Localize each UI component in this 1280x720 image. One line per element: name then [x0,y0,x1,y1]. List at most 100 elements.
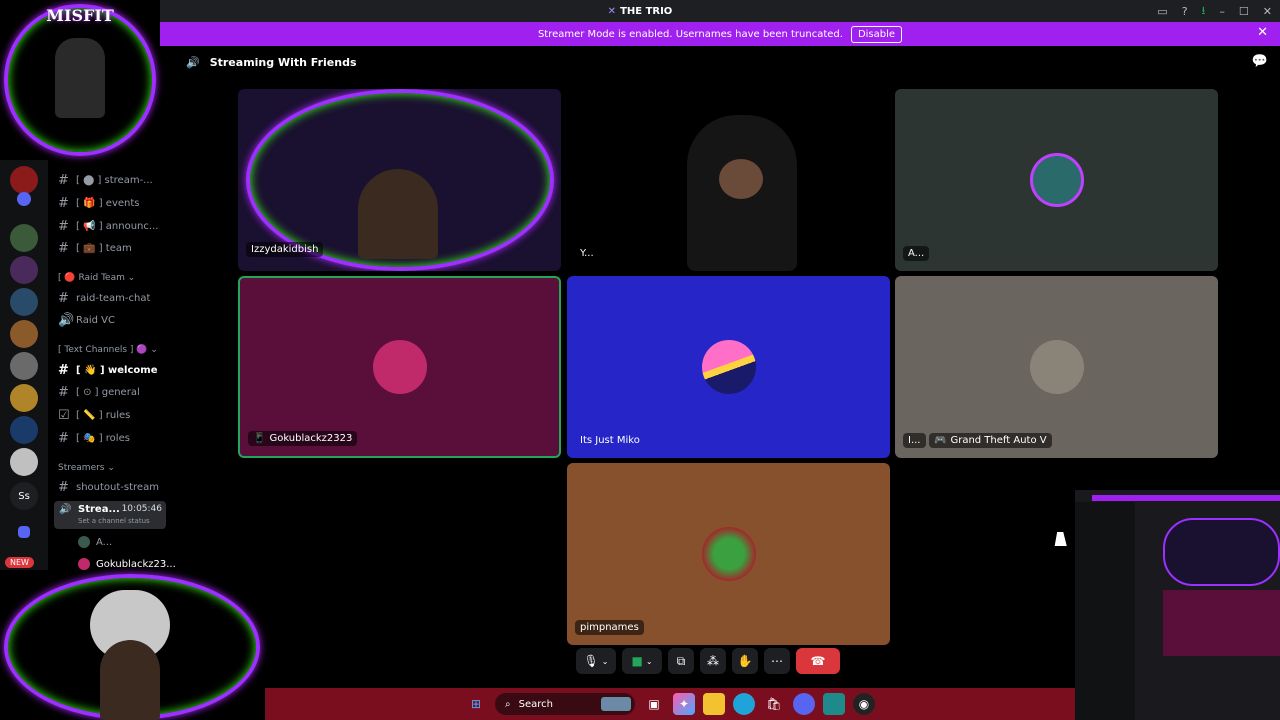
microphone-button[interactable]: 🎙 ⌄ [576,648,616,674]
channel-label: Raid VC [76,314,115,326]
search-highlight-icon [601,697,631,711]
pip-banner [1092,495,1280,501]
channel-raid-team-chat[interactable]: # raid-team-chat [58,289,150,307]
channel-label: [ ⬤ ] stream-... [76,174,153,186]
channel-team[interactable]: # [ 💼 ] team [58,239,132,257]
chevron-down-icon: ⌄ [601,656,609,666]
voice-member-name: Gokublackz23... [96,558,176,570]
channel-events[interactable]: # [ 🎁 ] events [58,194,139,212]
channel-label: [ 🎁 ] events [76,197,140,209]
discord-icon[interactable] [793,693,815,715]
app-icon[interactable] [823,693,845,715]
channel-label: raid-team-chat [76,292,151,304]
channel-stream[interactable]: # [ ⬤ ] stream-... [58,171,153,189]
active-voice-channel[interactable]: 🔊 Strea... 10:05:46 Set a channel status [54,501,166,529]
disable-streamer-mode-button[interactable]: Disable [850,25,903,43]
stream-overlay-logo: MISFIT [0,0,160,160]
taskbar: ⊞ ⌕ Search ▣ ✦ 🛍 ◉ [265,688,1075,720]
obs-icon[interactable]: ◉ [853,693,875,715]
video-tile[interactable]: Izzydakidbish [238,89,561,271]
soundboard-icon: ✋ [737,654,753,668]
activity-tag: 🎮 Grand Theft Auto V [929,433,1052,448]
help-icon[interactable]: ? [1182,5,1188,18]
channel-welcome[interactable]: # [ 👋 ] welcome [58,361,157,379]
hash-icon: # [58,384,69,400]
category-text-channels[interactable]: [ Text Channels ] 🟣 ⌄ [58,345,158,355]
avatar [78,558,90,570]
server-icon[interactable] [10,288,38,316]
participant-name-tag: Y... [575,246,599,261]
banner-message: Streamer Mode is enabled. Usernames have… [537,28,843,40]
activities-button[interactable]: ⁂ [700,648,726,674]
server-icon[interactable] [10,320,38,348]
server-initials[interactable]: Ss [10,482,38,510]
download-icon[interactable]: ⭳ [1202,2,1206,21]
channel-label: [ 📏 ] rules [76,409,131,421]
server-icon[interactable] [10,256,38,284]
close-banner-icon[interactable]: ✕ [1257,25,1268,40]
phone-icon: 📱 [253,433,266,444]
windows-start-icon[interactable]: ⊞ [465,693,487,715]
hash-icon: # [58,362,69,378]
server-folder-icon[interactable] [17,192,31,206]
soundboard-button[interactable]: ✋ [732,648,758,674]
more-options-button[interactable]: ⋯ [764,648,790,674]
server-folder-icon[interactable] [18,526,30,538]
voice-timer: 10:05:46 [121,504,162,514]
channel-status-hint[interactable]: Set a channel status [78,517,150,525]
file-explorer-icon[interactable] [703,693,725,715]
video-tile[interactable]: I... 🎮 Grand Theft Auto V [895,276,1218,458]
server-icon[interactable] [10,416,38,444]
server-icon[interactable] [10,352,38,380]
channel-general[interactable]: # [ ⊙ ] general [58,383,140,401]
activity-name: Grand Theft Auto V [950,435,1047,446]
maximize-button[interactable]: ☐ [1239,5,1249,18]
server-icon[interactable] [10,224,38,252]
chat-icon[interactable]: 💬 [1252,54,1268,69]
hash-icon: # [58,195,69,211]
mouse-cursor-icon [1054,532,1070,546]
screen-share-button[interactable]: ⧉ [668,648,694,674]
channel-roles[interactable]: # [ 🎭 ] roles [58,429,130,447]
channel-shoutout-stream[interactable]: # shoutout-stream [58,478,159,496]
server-icon[interactable] [10,166,38,194]
category-streamers[interactable]: Streamers ⌄ [58,463,115,473]
server-icon[interactable] [10,448,38,476]
inbox-icon[interactable]: ▭ [1157,5,1167,18]
search-label: Search [518,698,553,710]
video-tile[interactable]: pimpnames [567,463,890,645]
disconnect-button[interactable]: ☎ [796,648,840,674]
camera-button[interactable]: ■ ⌄ [622,648,662,674]
video-tile[interactable]: Its Just Miko [567,276,890,458]
edge-browser-icon[interactable] [733,693,755,715]
channel-sidebar: # [ ⬤ ] stream-... # [ 🎁 ] events # [ 📢 ] a… [48,160,176,575]
window-title-text: THE TRIO [620,5,673,17]
channel-announcements[interactable]: # [ 📢 ] announc... [58,217,158,235]
channel-rules[interactable]: ☑ [ 📏 ] rules [58,406,130,424]
participant-name-tag: Izzydakidbish [246,242,324,257]
new-badge: NEW [5,557,34,568]
video-tile[interactable]: A... [895,89,1218,271]
store-icon[interactable]: 🛍 [763,693,785,715]
category-raid-team[interactable]: [ 🔴 Raid Team ⌄ [58,273,135,283]
video-tile-speaking[interactable]: 📱 Gokublackz2323 [238,276,561,458]
minimize-button[interactable]: – [1219,5,1225,18]
activities-icon: ⁂ [707,654,719,668]
channel-label: [ 📢 ] announc... [76,220,159,232]
participant-name: A... [908,248,925,259]
copilot-icon[interactable]: ✦ [673,693,695,715]
voice-member[interactable]: A... [78,533,112,551]
call-controls: 🎙 ⌄ ■ ⌄ ⧉ ⁂ ✋ ⋯ ☎ [576,646,886,676]
participant-name: Y... [580,248,594,259]
close-window-button[interactable]: ✕ [1263,5,1272,18]
channel-header: 🔊 Streaming With Friends [186,52,357,72]
channel-title: Streaming With Friends [209,55,357,69]
speaker-icon: 🔊 [59,504,72,515]
picture-in-picture-preview[interactable] [1075,490,1280,720]
server-icon[interactable] [10,384,38,412]
task-view-icon[interactable]: ▣ [643,693,665,715]
webcam-feed [358,169,438,259]
channel-raid-vc[interactable]: 🔊 Raid VC [58,311,115,329]
taskbar-search[interactable]: ⌕ Search [495,693,635,715]
video-tile[interactable]: Y... [567,89,890,271]
